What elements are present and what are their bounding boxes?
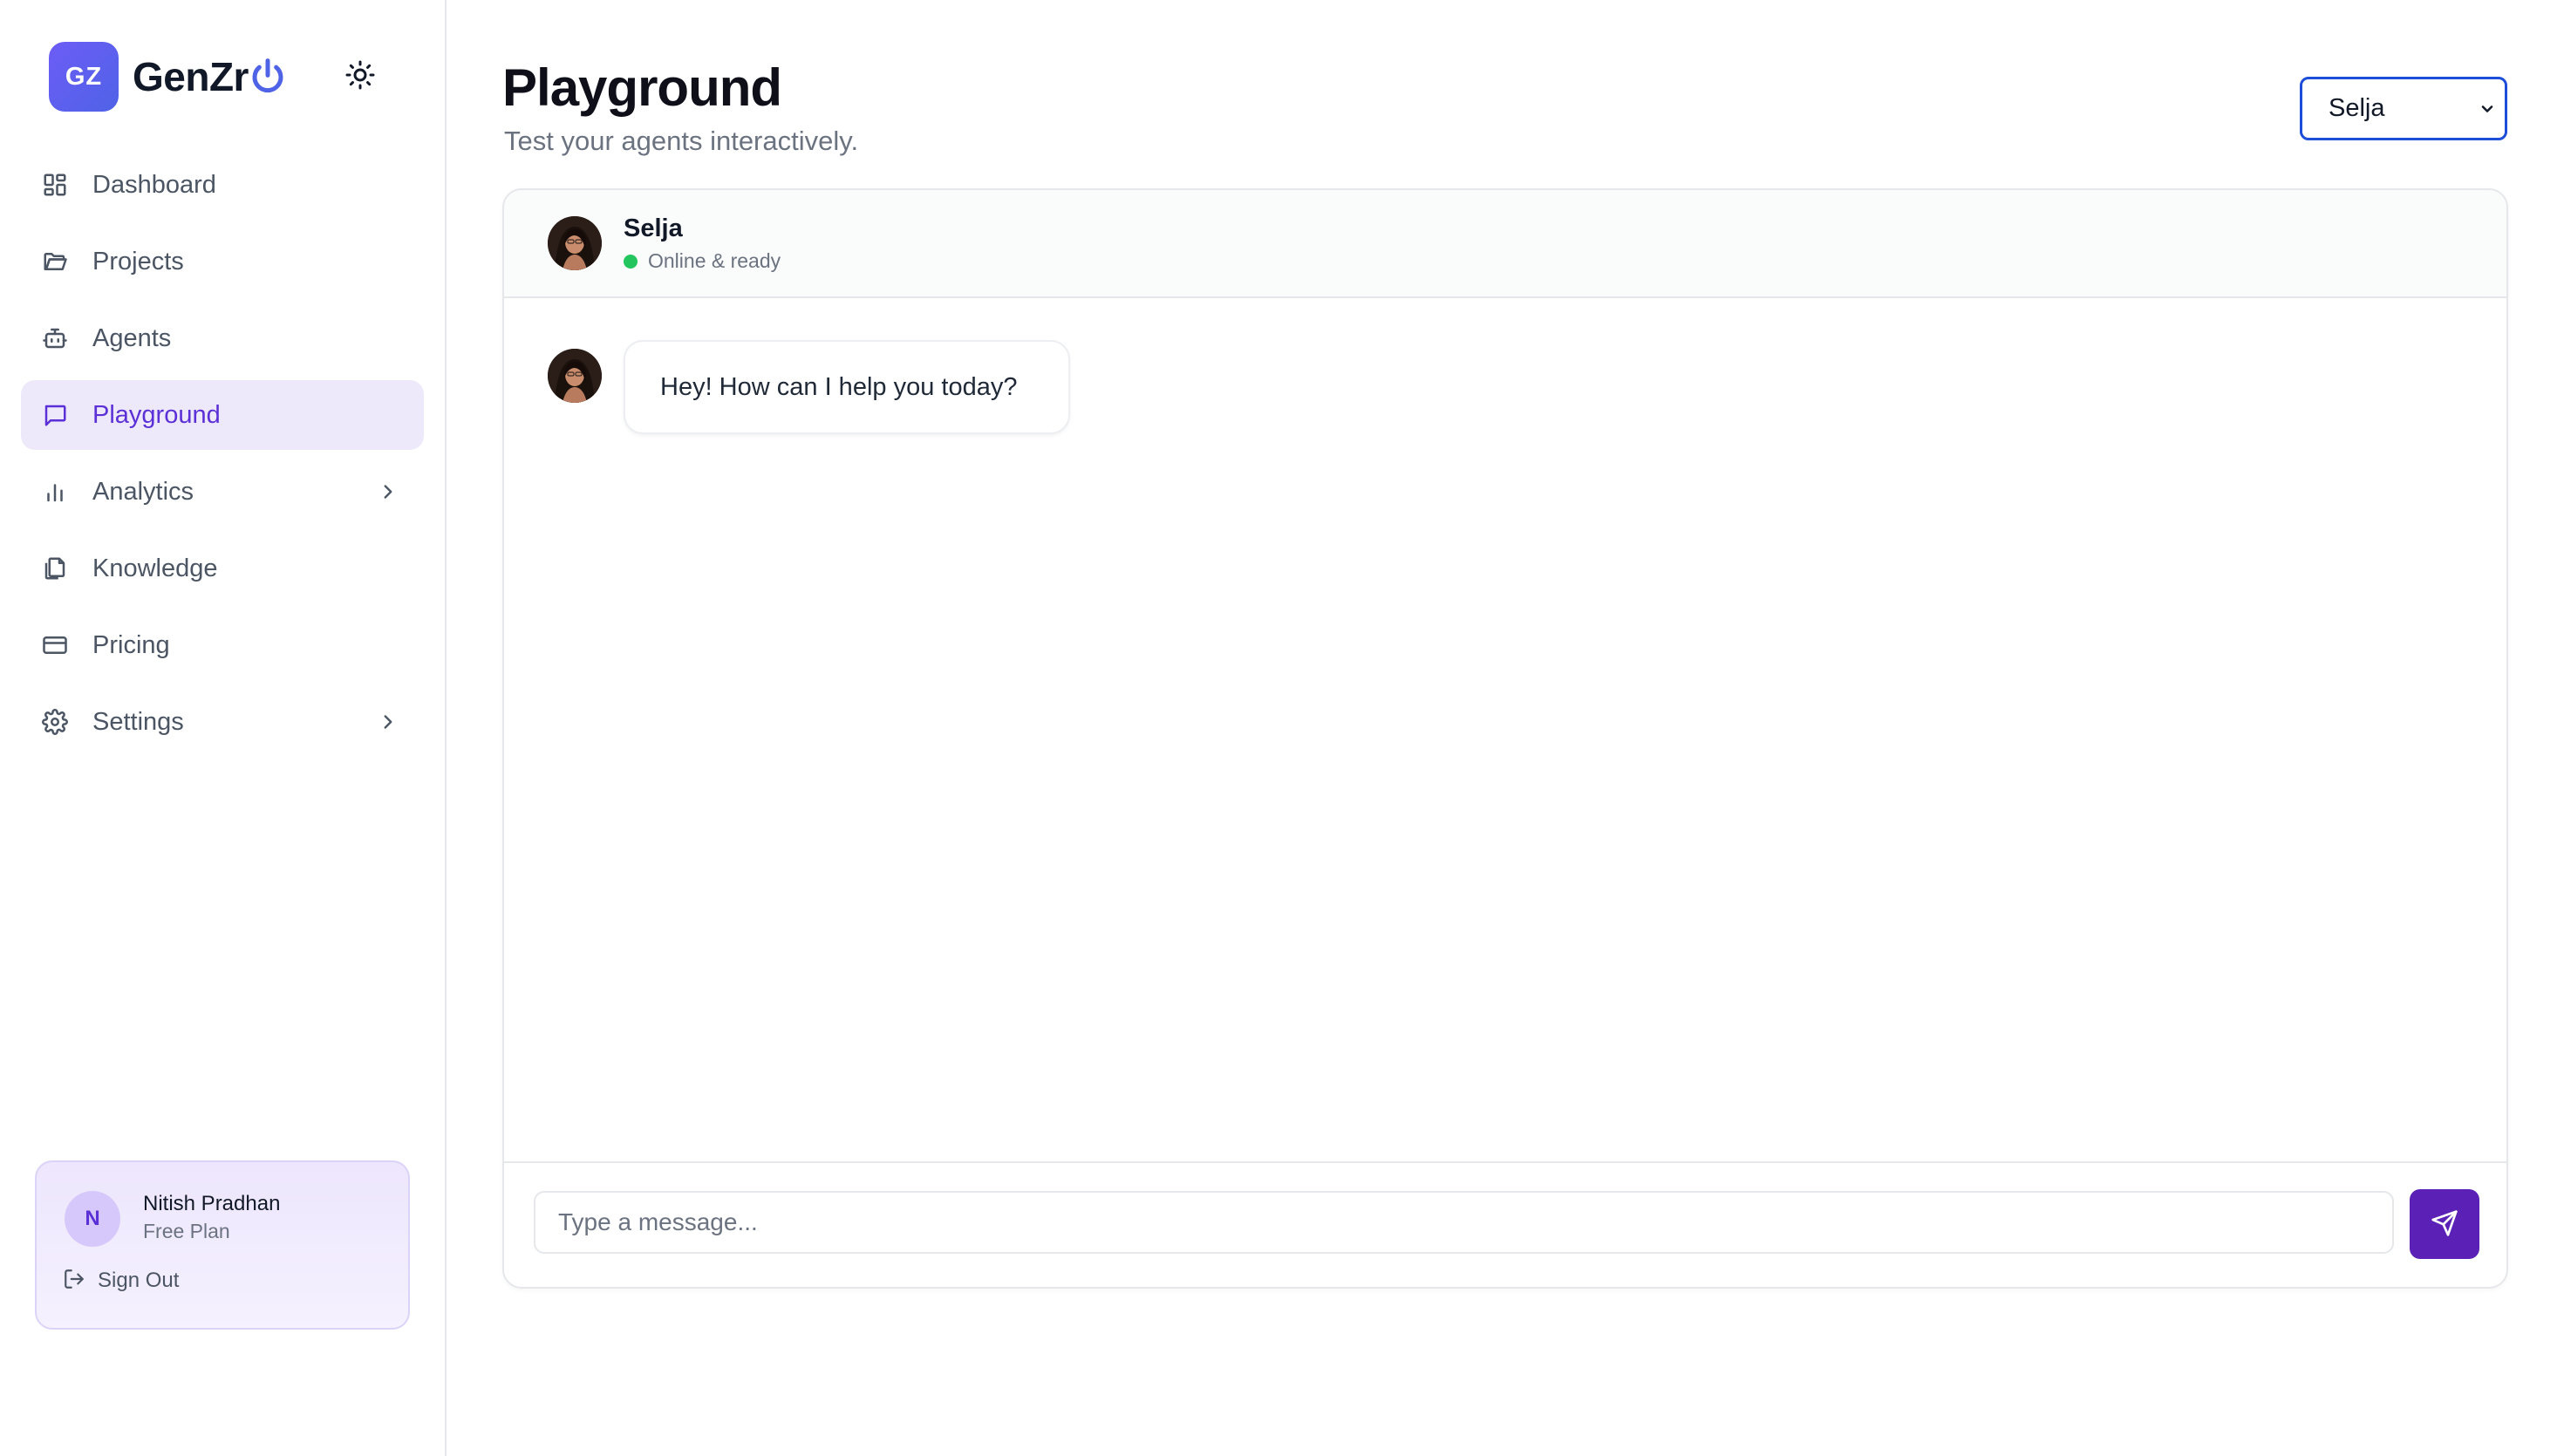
sidebar-item-analytics[interactable]: Analytics bbox=[21, 457, 424, 527]
agent-select[interactable]: Selja bbox=[2300, 77, 2507, 140]
user-card: N Nitish Pradhan Free Plan Sign Out bbox=[35, 1160, 410, 1330]
files-icon bbox=[40, 554, 70, 583]
agent-select-value: Selja bbox=[2329, 94, 2385, 122]
agent-name: Selja bbox=[624, 214, 683, 242]
sidebar-item-label: Settings bbox=[92, 707, 184, 736]
message-input[interactable] bbox=[534, 1191, 2394, 1254]
message-list: Hey! How can I help you today? bbox=[504, 298, 2506, 1174]
agent-status: Online & ready bbox=[624, 249, 781, 273]
status-dot bbox=[624, 254, 638, 269]
message-composer bbox=[504, 1161, 2506, 1287]
gear-icon bbox=[40, 707, 70, 737]
avatar: N bbox=[65, 1191, 120, 1247]
user-name: Nitish Pradhan bbox=[143, 1192, 281, 1215]
brand-name: GenZr bbox=[133, 54, 249, 99]
sidebar-item-knowledge[interactable]: Knowledge bbox=[21, 534, 424, 603]
sidebar-item-label: Agents bbox=[92, 323, 172, 352]
sidebar-item-label: Pricing bbox=[92, 630, 170, 659]
agent-avatar bbox=[548, 349, 602, 403]
chat-header: Selja Online & ready bbox=[504, 190, 2506, 298]
brand-name-wrap: GenZr bbox=[133, 53, 285, 100]
sidebar-item-settings[interactable]: Settings bbox=[21, 687, 424, 757]
chevron-right-icon[interactable] bbox=[373, 707, 403, 737]
bar-chart-icon bbox=[40, 477, 70, 507]
sidebar-item-playground[interactable]: Playground bbox=[21, 380, 424, 450]
brand-logo[interactable]: GZ GenZr bbox=[49, 42, 285, 112]
sidebar-item-label: Knowledge bbox=[92, 554, 218, 582]
logout-icon bbox=[63, 1268, 85, 1295]
sign-out-label: Sign Out bbox=[98, 1269, 180, 1292]
send-button[interactable] bbox=[2410, 1189, 2479, 1259]
status-text: Online & ready bbox=[648, 249, 781, 272]
sun-icon bbox=[344, 59, 376, 95]
sidebar: GZ GenZr Dashboard Projects Agents Playg… bbox=[0, 0, 447, 1456]
bot-icon bbox=[40, 323, 70, 353]
sidebar-item-label: Projects bbox=[92, 247, 184, 276]
chevron-right-icon[interactable] bbox=[373, 477, 403, 507]
folder-icon bbox=[40, 247, 70, 276]
chat-panel: Selja Online & ready Hey! How can I help… bbox=[502, 188, 2508, 1289]
logo-badge: GZ bbox=[49, 42, 119, 112]
agent-avatar bbox=[548, 216, 602, 270]
theme-toggle-button[interactable] bbox=[342, 58, 378, 95]
sidebar-item-label: Playground bbox=[92, 400, 221, 429]
sidebar-item-label: Analytics bbox=[92, 477, 194, 506]
send-icon bbox=[2431, 1209, 2458, 1240]
page-subtitle: Test your agents interactively. bbox=[504, 126, 859, 156]
chat-icon bbox=[40, 400, 70, 430]
page-title: Playground bbox=[502, 58, 782, 117]
user-plan: Free Plan bbox=[143, 1220, 230, 1242]
sidebar-item-dashboard[interactable]: Dashboard bbox=[21, 150, 424, 220]
chevron-down-icon bbox=[2479, 100, 2496, 122]
sidebar-item-label: Dashboard bbox=[92, 170, 216, 199]
sidebar-item-agents[interactable]: Agents bbox=[21, 303, 424, 373]
message-bubble: Hey! How can I help you today? bbox=[624, 340, 1070, 434]
sign-out-button[interactable]: Sign Out bbox=[63, 1263, 179, 1298]
credit-card-icon bbox=[40, 630, 70, 660]
sidebar-nav: Dashboard Projects Agents Playground Ana… bbox=[21, 150, 424, 764]
dashboard-icon bbox=[40, 170, 70, 200]
power-icon bbox=[250, 58, 285, 96]
sidebar-item-projects[interactable]: Projects bbox=[21, 227, 424, 296]
sidebar-item-pricing[interactable]: Pricing bbox=[21, 610, 424, 680]
